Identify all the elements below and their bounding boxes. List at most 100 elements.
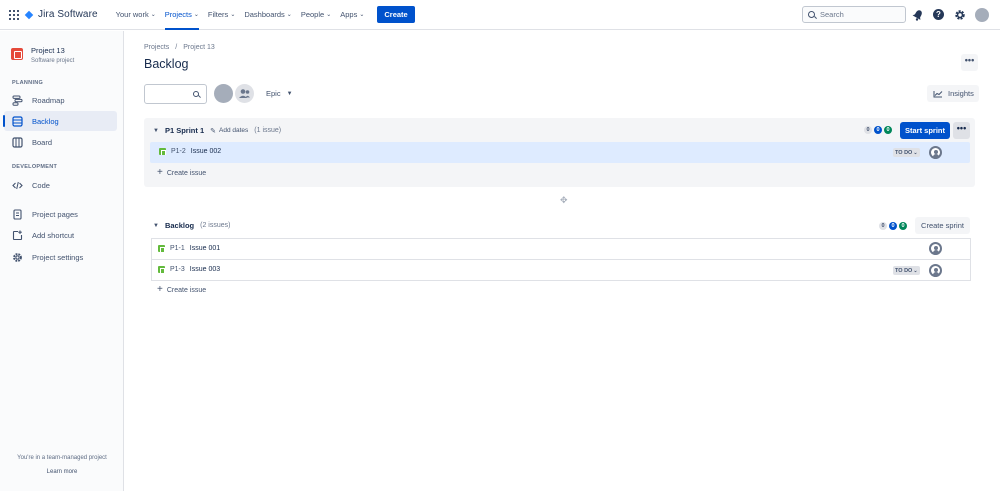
- drag-handle-icon[interactable]: ✥: [560, 195, 568, 206]
- sidebar-item-project-settings[interactable]: Project settings: [4, 247, 117, 267]
- planning-heading: PLANNING: [12, 80, 44, 86]
- sidebar-item-label: Board: [32, 137, 53, 147]
- menu-label: Filters: [207, 10, 229, 19]
- code-icon: [12, 180, 23, 191]
- insights-label: Insights: [948, 89, 974, 98]
- menu-label: Apps: [340, 10, 358, 19]
- sidebar-item-label: Code: [32, 180, 50, 190]
- backlog-issue-count: (2 issues): [200, 222, 231, 229]
- status-dropdown[interactable]: TO DO ⌄: [893, 266, 920, 275]
- create-issue-button[interactable]: + Create issue: [157, 284, 206, 295]
- menu-label: Dashboards: [244, 10, 285, 19]
- sidebar-item-backlog[interactable]: Backlog: [3, 111, 117, 131]
- chart-icon: [933, 90, 943, 97]
- menu-label: People: [300, 10, 325, 19]
- epic-filter-dropdown[interactable]: Epic ▼: [266, 89, 293, 98]
- sidebar-item-label: Add shortcut: [32, 230, 75, 240]
- search-icon: [193, 91, 199, 97]
- backlog-name: Backlog: [164, 221, 195, 230]
- sidebar-item-label: Project settings: [32, 252, 84, 262]
- backlog-search-input[interactable]: [144, 84, 207, 104]
- table-row[interactable]: P1-2 Issue 002 TO DO ⌄: [150, 142, 970, 163]
- assignee-avatar-icon[interactable]: [929, 146, 942, 159]
- menu-people[interactable]: People ⌄: [297, 0, 335, 30]
- collapse-chevron-icon[interactable]: ▼: [153, 128, 159, 134]
- issue-item: P1-1 Issue 001: [158, 245, 220, 252]
- sidebar-item-board[interactable]: Board: [4, 132, 117, 152]
- breadcrumb: Projects / Project 13: [144, 44, 215, 51]
- sprint-panel: ▼ P1 Sprint 1 ✎ Add dates (1 issue) 0 0 …: [144, 118, 975, 187]
- more-actions-button[interactable]: •••: [961, 54, 978, 71]
- backlog-header[interactable]: ▼ Backlog (2 issues): [153, 221, 230, 230]
- jira-logo[interactable]: Jira Software: [24, 9, 98, 20]
- issue-key[interactable]: P1-1: [170, 245, 185, 252]
- story-icon: [158, 266, 165, 273]
- assignee-avatar-icon[interactable]: [929, 264, 942, 277]
- sidebar-item-label: Project pages: [32, 209, 78, 219]
- chevron-down-icon: ⌄: [326, 12, 332, 18]
- chevron-down-icon: ⌄: [193, 12, 199, 18]
- learn-more-link[interactable]: Learn more: [0, 469, 124, 475]
- menu-projects[interactable]: Projects ⌄: [161, 0, 203, 30]
- issue-key[interactable]: P1-2: [171, 148, 186, 155]
- roadmap-icon: [12, 95, 23, 106]
- profile-avatar[interactable]: [975, 8, 989, 22]
- add-people-icon[interactable]: [235, 84, 254, 103]
- chevron-down-icon: ⌄: [913, 267, 918, 274]
- backlog-status-counts: 0 0 0: [877, 222, 907, 230]
- chevron-down-icon: ⌄: [359, 12, 365, 18]
- done-count-badge: 0: [884, 126, 892, 134]
- app-switcher-icon[interactable]: [9, 9, 19, 20]
- page-title: Backlog: [144, 57, 189, 71]
- project-header[interactable]: Project 13 Software project: [11, 46, 74, 64]
- sprint-more-button[interactable]: •••: [953, 122, 970, 139]
- notifications-icon[interactable]: [912, 9, 924, 21]
- status-dropdown[interactable]: TO DO ⌄: [893, 148, 920, 157]
- settings-icon: [12, 252, 23, 263]
- create-button[interactable]: Create: [377, 6, 415, 23]
- table-row[interactable]: P1-1 Issue 001: [152, 239, 970, 259]
- issue-summary: Issue 003: [189, 266, 221, 273]
- logo-text: Jira Software: [38, 9, 98, 20]
- add-dates-button[interactable]: ✎ Add dates: [210, 127, 248, 135]
- user-avatar-filter[interactable]: [214, 84, 233, 103]
- sidebar-item-add-shortcut[interactable]: Add shortcut: [4, 225, 117, 245]
- menu-dashboards[interactable]: Dashboards ⌄: [240, 0, 295, 30]
- global-search[interactable]: [802, 6, 906, 23]
- breadcrumb-separator: /: [175, 44, 178, 51]
- jira-logo-icon: [24, 10, 34, 20]
- help-icon[interactable]: ?: [933, 9, 944, 20]
- menu-your-work[interactable]: Your work ⌄: [112, 0, 160, 30]
- backlog-icon: [12, 115, 23, 127]
- start-sprint-button[interactable]: Start sprint: [900, 122, 950, 139]
- insights-button[interactable]: Insights: [927, 85, 979, 102]
- search-input[interactable]: [820, 10, 900, 19]
- sprint-name: P1 Sprint 1: [164, 126, 205, 135]
- issue-key[interactable]: P1-3: [170, 266, 185, 273]
- status-label: TO DO: [895, 267, 913, 274]
- menu-filters[interactable]: Filters ⌄: [204, 0, 239, 30]
- menu-label: Projects: [164, 10, 192, 19]
- create-sprint-button[interactable]: Create sprint: [915, 217, 970, 234]
- settings-icon[interactable]: [954, 9, 966, 21]
- plus-icon: +: [157, 284, 163, 295]
- chevron-down-icon: ▼: [286, 90, 293, 97]
- breadcrumb-projects[interactable]: Projects: [144, 44, 169, 51]
- project-type: Software project: [31, 58, 75, 64]
- sidebar-item-code[interactable]: Code: [4, 175, 117, 195]
- create-issue-label: Create issue: [166, 169, 207, 177]
- sidebar-item-roadmap[interactable]: Roadmap: [4, 90, 117, 110]
- sidebar-item-project-pages[interactable]: Project pages: [4, 204, 117, 224]
- sprint-header[interactable]: ▼ P1 Sprint 1 ✎ Add dates (1 issue): [153, 126, 281, 135]
- table-row[interactable]: P1-3 Issue 003 TO DO ⌄: [152, 260, 970, 281]
- sprint-issue-count: (1 issue): [254, 127, 282, 134]
- project-name: Project 13: [31, 46, 65, 55]
- main-menu: Your work ⌄ Projects ⌄ Filters ⌄ Dashboards…: [112, 0, 370, 30]
- pages-icon: [12, 208, 23, 220]
- create-issue-button[interactable]: + Create issue: [157, 168, 207, 178]
- epic-label: Epic: [266, 89, 281, 98]
- assignee-avatar-icon[interactable]: [929, 242, 942, 255]
- breadcrumb-project[interactable]: Project 13: [183, 44, 215, 51]
- collapse-chevron-icon[interactable]: ▼: [153, 223, 159, 229]
- menu-apps[interactable]: Apps ⌄: [336, 0, 368, 30]
